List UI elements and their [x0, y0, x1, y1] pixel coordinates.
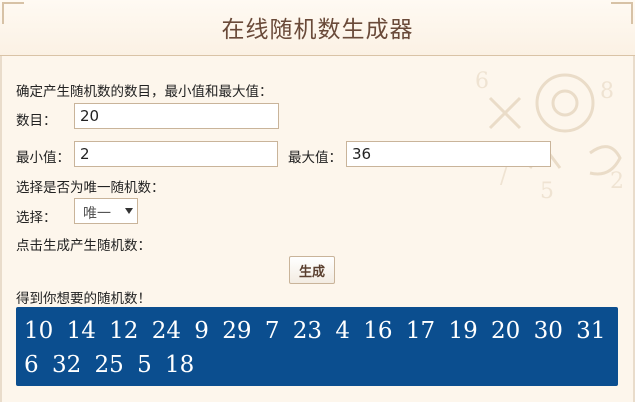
select-value: 唯一: [83, 206, 111, 222]
generate-prompt: 点击生成产生随机数：: [16, 238, 151, 254]
count-input[interactable]: [74, 103, 279, 129]
max-label: 最大值：: [288, 150, 342, 166]
unique-select[interactable]: 唯一: [74, 198, 138, 224]
max-input[interactable]: [346, 141, 551, 167]
dropdown-arrow-icon: [125, 208, 133, 214]
random-numbers-text: 10 14 12 24 9 29 7 23 4 16 17 19 20 30 3…: [24, 318, 606, 378]
page-title: 在线随机数生成器: [221, 17, 414, 43]
result-label: 得到你想要的随机数！: [16, 291, 151, 307]
count-label: 数目：: [16, 113, 57, 129]
generate-button[interactable]: 生成: [289, 256, 335, 284]
min-label: 最小值：: [16, 150, 70, 166]
random-numbers-output: 10 14 12 24 9 29 7 23 4 16 17 19 20 30 3…: [16, 307, 618, 386]
unique-prompt: 选择是否为唯一随机数：: [16, 180, 165, 196]
min-input[interactable]: [74, 141, 278, 167]
header: 在线随机数生成器: [0, 0, 635, 56]
select-label: 选择：: [16, 210, 57, 226]
intro-label: 确定产生随机数的数目，最小值和最大值：: [16, 84, 273, 100]
